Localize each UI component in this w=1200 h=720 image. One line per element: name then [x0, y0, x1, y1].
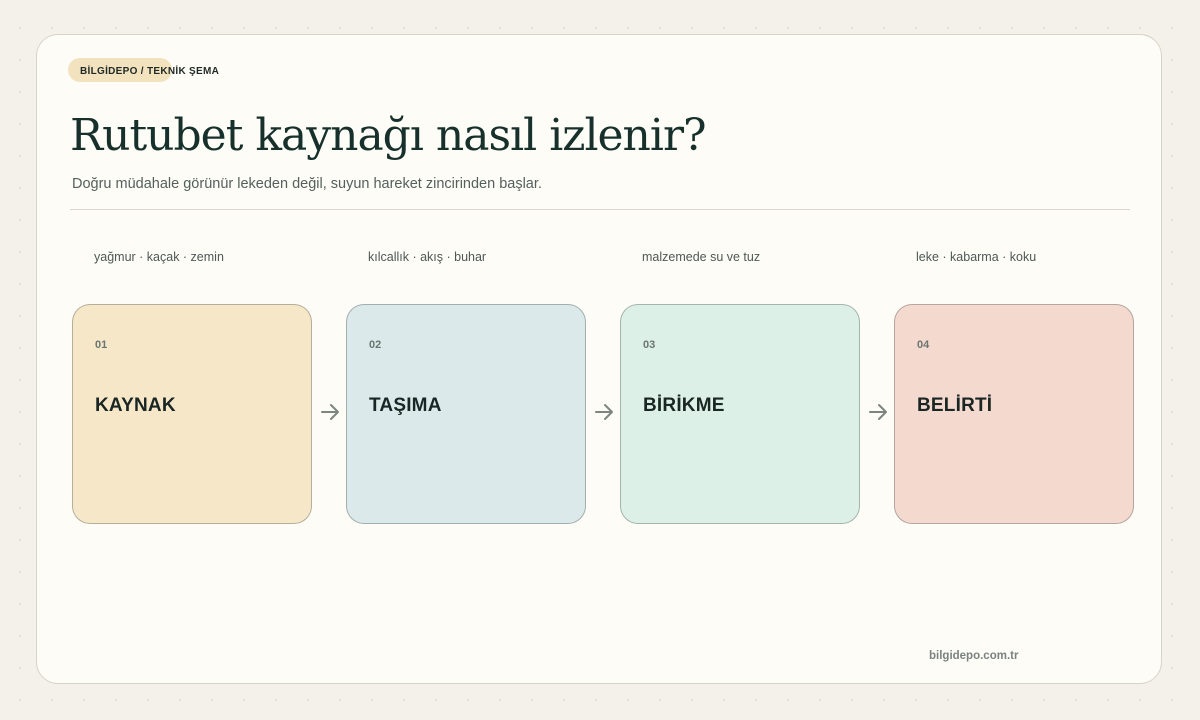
arrow-right-icon	[869, 404, 887, 420]
step-label: BİRİKME	[643, 395, 725, 416]
step-box-kaynak: 01 KAYNAK	[72, 304, 312, 524]
step-number: 01	[95, 339, 108, 351]
step-box-belirti: 04 BELİRTİ	[894, 304, 1134, 524]
step-number: 04	[917, 339, 930, 351]
arrow-right-icon	[321, 404, 339, 420]
page-title: Rutubet kaynağı nasıl izlenir?	[70, 110, 707, 161]
step-tags-1: yağmur · kaçak · zemin	[94, 250, 224, 264]
step-label: TAŞIMA	[369, 395, 442, 416]
step-number: 02	[369, 339, 382, 351]
step-number: 03	[643, 339, 656, 351]
step-label: BELİRTİ	[917, 395, 993, 416]
step-tags-3: malzemede su ve tuz	[642, 250, 761, 264]
step-label: KAYNAK	[95, 395, 176, 416]
step-box-tasima: 02 TAŞIMA	[346, 304, 586, 524]
page-subtitle: Doğru müdahale görünür lekeden değil, su…	[72, 176, 542, 192]
category-badge-label: BİLGİDEPO / TEKNİK ŞEMA	[80, 66, 220, 77]
divider	[70, 209, 1130, 210]
step-tags-2: kılcallık · akış · buhar	[368, 250, 487, 264]
arrow-right-icon	[595, 404, 613, 420]
footer-site: bilgidepo.com.tr	[929, 650, 1019, 662]
step-box-birikme: 03 BİRİKME	[620, 304, 860, 524]
step-tags-4: leke · kabarma · koku	[916, 250, 1037, 264]
